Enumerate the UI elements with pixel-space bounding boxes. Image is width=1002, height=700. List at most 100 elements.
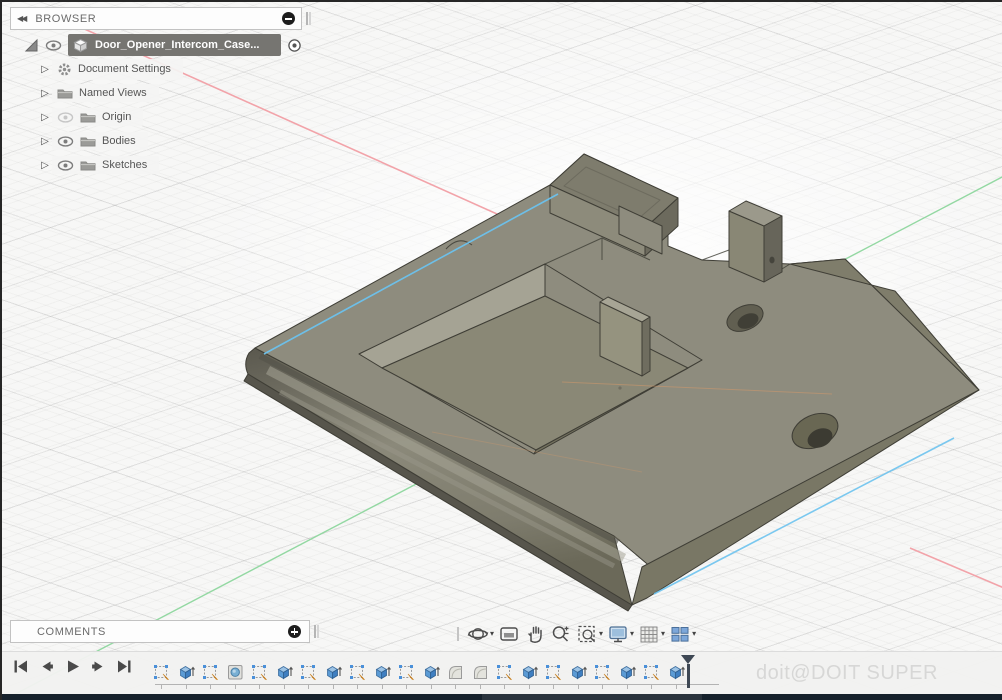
play-button[interactable] — [64, 658, 81, 675]
activate-radio-icon[interactable] — [287, 38, 302, 53]
chevron-down-icon[interactable]: ▾ — [630, 629, 634, 638]
timeline-feature-extrude-icon[interactable] — [373, 663, 392, 682]
look-at-button[interactable] — [498, 623, 520, 645]
pan-icon — [524, 623, 546, 645]
timeline-features — [152, 663, 686, 682]
tree-root-row[interactable]: Door_Opener_Intercom_Case... — [10, 33, 310, 57]
ruler-tick — [577, 685, 579, 689]
sidebar-item-origin[interactable]: ▷ Origin — [10, 105, 310, 129]
timeline-feature-sketch-icon[interactable] — [299, 663, 318, 682]
tree-root-selected[interactable]: Door_Opener_Intercom_Case... — [68, 34, 281, 56]
chevron-down-icon[interactable]: ▾ — [661, 629, 665, 638]
ruler-tick — [161, 685, 162, 689]
timeline-feature-sketch-icon[interactable] — [250, 663, 269, 682]
user-watermark: doit@DOIT SUPER — [756, 662, 938, 684]
timeline-feature-hole-icon[interactable] — [226, 663, 245, 682]
timeline-feature-extrude-icon[interactable] — [275, 663, 294, 682]
ruler-tick — [455, 685, 456, 689]
ruler-tick — [504, 685, 505, 689]
chevron-down-icon[interactable]: ▾ — [599, 629, 603, 638]
expand-arrow-icon[interactable]: ▷ — [38, 136, 52, 147]
expand-arrow-icon[interactable]: ▷ — [38, 88, 52, 99]
add-comment-icon[interactable] — [288, 625, 301, 638]
tree-root-label: Door_Opener_Intercom_Case... — [95, 39, 260, 51]
browser-panel-title: BROWSER — [35, 12, 97, 25]
zoom-icon — [550, 623, 572, 645]
timeline-feature-extrude-icon[interactable] — [177, 663, 196, 682]
ruler-tick — [430, 685, 432, 689]
component-cube-icon — [73, 38, 88, 53]
expanded-triangle-icon[interactable] — [24, 38, 39, 53]
timeline-feature-extrude-icon[interactable] — [569, 663, 588, 682]
sidebar-item-bodies[interactable]: ▷ Bodies — [10, 129, 310, 153]
zoom-button[interactable] — [550, 623, 572, 645]
folder-icon — [80, 111, 96, 123]
sidebar-item-named-views[interactable]: ▷ Named Views — [10, 81, 310, 105]
timeline-feature-sketch-icon[interactable] — [201, 663, 220, 682]
chevron-down-icon[interactable]: ▾ — [490, 629, 494, 638]
timeline-feature-sketch-icon[interactable] — [642, 663, 661, 682]
timeline-position-marker[interactable] — [681, 655, 695, 688]
timeline-feature-sketch-icon[interactable] — [397, 663, 416, 682]
pan-button[interactable] — [524, 623, 546, 645]
comments-grip[interactable] — [314, 625, 316, 638]
model-door-opener-intercom-case[interactable] — [243, 153, 980, 612]
ruler-tick — [406, 685, 407, 689]
sidebar-item-sketches[interactable]: ▷ Sketches — [10, 153, 310, 177]
viewports-button[interactable]: ▾ — [669, 623, 696, 645]
timeline-feature-fillet-icon[interactable] — [446, 663, 465, 682]
grid-display-button[interactable]: ▾ — [638, 623, 665, 645]
go-to-start-button[interactable] — [12, 658, 29, 675]
comments-title: COMMENTS — [37, 625, 106, 638]
folder-icon — [80, 159, 96, 171]
timeline-feature-sketch-icon[interactable] — [544, 663, 563, 682]
expand-arrow-icon[interactable]: ▷ — [38, 112, 52, 123]
ruler-tick — [675, 685, 677, 689]
gear-icon — [57, 62, 72, 77]
ruler-tick — [528, 685, 530, 689]
ruler-tick — [626, 685, 628, 689]
ruler-tick — [381, 685, 383, 689]
eye-icon[interactable] — [45, 39, 62, 51]
browser-panel-header[interactable]: ◀◀ BROWSER — [10, 7, 302, 30]
tree-item-label: Document Settings — [78, 63, 171, 75]
timeline-feature-extrude-icon[interactable] — [520, 663, 539, 682]
timeline-feature-extrude-icon[interactable] — [324, 663, 343, 682]
orbit-icon — [467, 623, 489, 645]
timeline-feature-extrude-icon[interactable] — [422, 663, 441, 682]
timeline-ruler — [155, 684, 719, 689]
step-back-button[interactable] — [38, 658, 55, 675]
tree-item-label: Named Views — [79, 87, 147, 99]
ruler-tick — [308, 685, 309, 689]
minimize-panel-icon[interactable] — [282, 12, 295, 25]
viewports-icon — [669, 623, 691, 645]
collapse-panel-icon[interactable]: ◀◀ — [17, 14, 27, 23]
go-to-end-button[interactable] — [116, 658, 133, 675]
timeline-feature-fillet-icon[interactable] — [471, 663, 490, 682]
eye-icon[interactable] — [57, 135, 74, 147]
timeline-feature-sketch-icon[interactable] — [495, 663, 514, 682]
ruler-tick — [234, 685, 236, 689]
panel-grip[interactable] — [306, 12, 308, 25]
tree-item-label: Bodies — [102, 135, 136, 147]
toolbar-handle[interactable] — [457, 626, 459, 641]
ruler-tick — [651, 685, 652, 689]
eye-hidden-icon[interactable] — [57, 111, 74, 123]
step-forward-button[interactable] — [90, 658, 107, 675]
timeline-feature-extrude-icon[interactable] — [618, 663, 637, 682]
comments-bar[interactable]: COMMENTS — [10, 620, 310, 643]
fit-button[interactable]: ▾ — [576, 623, 603, 645]
ruler-tick — [332, 685, 334, 689]
timeline-feature-sketch-icon[interactable] — [348, 663, 367, 682]
orbit-button[interactable]: ▾ — [467, 623, 494, 645]
display-settings-button[interactable]: ▾ — [607, 623, 634, 645]
eye-icon[interactable] — [57, 159, 74, 171]
ruler-tick — [185, 685, 187, 689]
chevron-down-icon[interactable]: ▾ — [692, 629, 696, 638]
timeline-feature-sketch-icon[interactable] — [152, 663, 171, 682]
ruler-tick — [283, 685, 285, 689]
sidebar-item-document-settings[interactable]: ▷ Document Settings — [10, 57, 310, 81]
expand-arrow-icon[interactable]: ▷ — [38, 160, 52, 171]
expand-arrow-icon[interactable]: ▷ — [38, 64, 52, 75]
timeline-feature-sketch-icon[interactable] — [593, 663, 612, 682]
